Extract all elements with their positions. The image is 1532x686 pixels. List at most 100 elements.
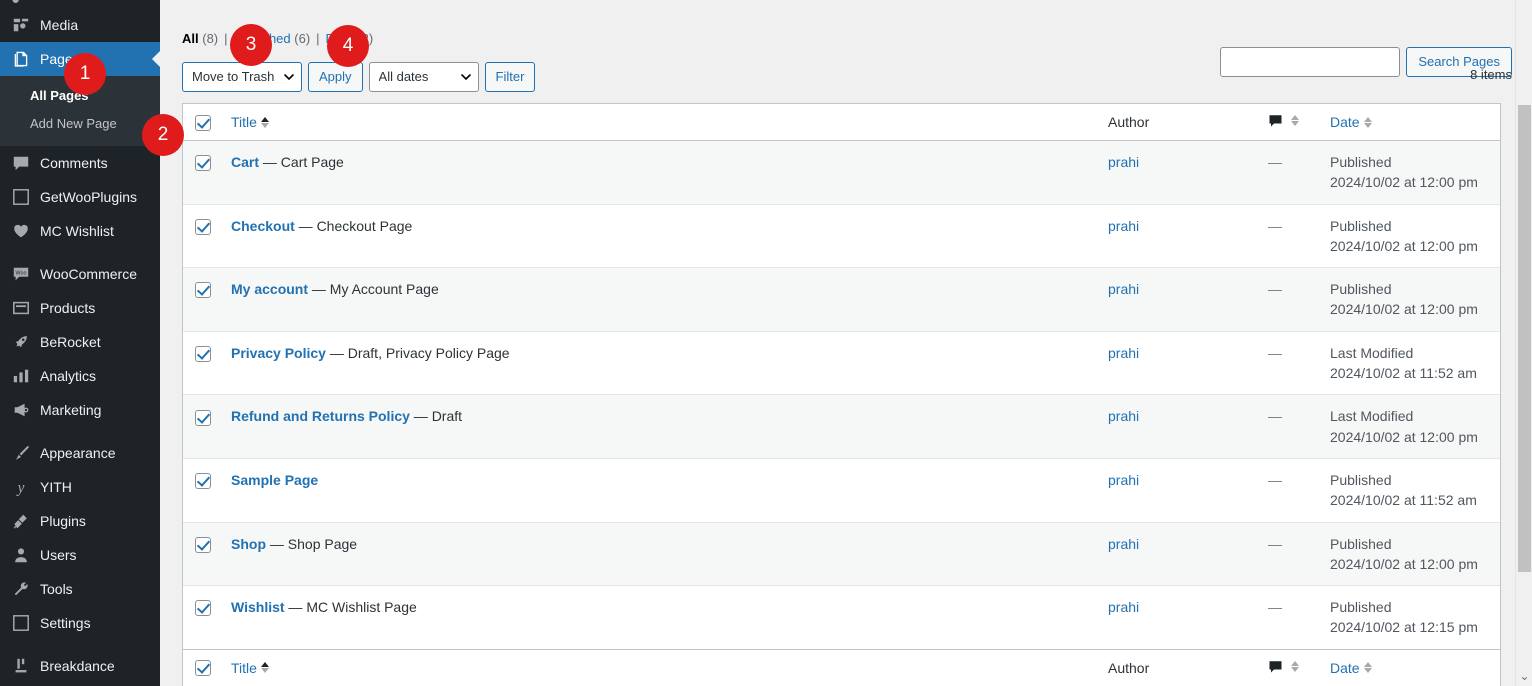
page-title-link[interactable]: My account [231, 281, 308, 297]
author-link[interactable]: prahi [1108, 345, 1139, 361]
sidebar-item-label: Products [40, 300, 96, 317]
filter-all-link[interactable]: All [182, 31, 199, 46]
author-link[interactable]: prahi [1108, 599, 1139, 615]
column-footer-title[interactable]: Title [221, 648, 1098, 686]
column-footer-date[interactable]: Date [1320, 648, 1500, 686]
sort-comments-control-footer[interactable] [1268, 659, 1299, 674]
submenu-item-add-new-page[interactable]: Add New Page [0, 110, 160, 138]
comments-count: — [1268, 471, 1282, 488]
sidebar-item-appearance[interactable]: Appearance [0, 436, 160, 470]
scrollbar-thumb[interactable] [1518, 105, 1531, 572]
filter-draft-link[interactable]: Draft [326, 31, 354, 46]
date-status: Published [1330, 471, 1392, 488]
column-header-comments[interactable] [1258, 104, 1320, 141]
scroll-down-arrow-icon[interactable]: ⌄ [1516, 670, 1532, 682]
sidebar-item-media[interactable]: Media [0, 8, 160, 42]
sidebar-item-mc-wishlist[interactable]: MC Wishlist [0, 214, 160, 248]
filter-all[interactable]: All (8) [182, 29, 218, 49]
row-title-cell: Privacy Policy — Draft, Privacy Policy P… [221, 330, 1098, 395]
table-row[interactable]: Refund and Returns Policy — Draft prahi — L… [183, 394, 1500, 458]
sidebar-item-woocommerce[interactable]: Woo WooCommerce [0, 257, 160, 291]
sort-arrows-icon [1363, 116, 1372, 128]
date-filter-select[interactable]: All dates [368, 62, 479, 92]
filter-published[interactable]: Published (6) [234, 29, 311, 49]
author-link[interactable]: prahi [1108, 472, 1139, 488]
row-title-cell: Cart — Cart Page [221, 141, 1098, 204]
table-row[interactable]: Checkout — Checkout Page prahi — Published 2… [183, 203, 1500, 268]
sidebar-item-tools[interactable]: Tools [0, 572, 160, 606]
author-link[interactable]: prahi [1108, 218, 1139, 234]
row-checkbox[interactable] [195, 346, 211, 363]
submenu-item-all-pages[interactable]: All Pages [0, 82, 160, 110]
sidebar-item-comments[interactable]: Comments [0, 146, 160, 180]
table-row[interactable]: Cart — Cart Page prahi — Published 2024/10/0… [183, 141, 1500, 204]
select-all-checkbox-footer[interactable] [195, 660, 211, 677]
page-title-link[interactable]: Refund and Returns Policy [231, 408, 410, 424]
filter-button[interactable]: Filter [484, 62, 536, 92]
sidebar-separator [0, 248, 160, 257]
table-row[interactable]: Wishlist — MC Wishlist Page prahi — Publish… [183, 585, 1500, 649]
column-header-title-label: Title [231, 114, 257, 130]
sidebar-item-yith[interactable]: y YITH [0, 470, 160, 504]
sidebar-item-settings[interactable]: Settings [0, 606, 160, 640]
filter-published-link[interactable]: Published [234, 31, 291, 46]
sidebar-item-analytics[interactable]: Analytics [0, 359, 160, 393]
select-all-checkbox[interactable] [195, 114, 211, 131]
sidebar-item-breakdance[interactable]: Breakdance [0, 649, 160, 683]
date-status: Published [1330, 599, 1392, 616]
row-comments-cell: — [1258, 521, 1320, 586]
table-row[interactable]: Sample Page prahi — Published 2024/10/02 at … [183, 457, 1500, 522]
woocommerce-icon: Woo [11, 264, 31, 284]
page-title-link[interactable]: Checkout [231, 218, 295, 234]
table-row[interactable]: Shop — Shop Page prahi — Published 2024/10/0… [183, 521, 1500, 586]
sort-title-control-footer[interactable]: Title [231, 660, 269, 676]
sidebar-item-products[interactable]: Products [0, 291, 160, 325]
sort-date-control-footer[interactable]: Date [1330, 660, 1372, 676]
bulk-action-select[interactable]: Move to Trash [182, 62, 302, 92]
date-status: Last Modified [1330, 408, 1414, 425]
comments-count: — [1268, 344, 1282, 361]
column-header-title[interactable]: Title [221, 104, 1098, 141]
main-content-area: All (8) | Published (6) | Draft (2) Sear… [160, 8, 1532, 686]
table-footer-row: Title Author Date [183, 648, 1500, 686]
sort-date-control[interactable]: Date [1330, 114, 1372, 130]
row-checkbox[interactable] [195, 600, 211, 617]
sort-title-control[interactable]: Title [231, 114, 269, 130]
page-title-link[interactable]: Wishlist [231, 599, 285, 615]
row-checkbox[interactable] [195, 473, 211, 490]
author-link[interactable]: prahi [1108, 154, 1139, 170]
page-title-link[interactable]: Privacy Policy [231, 345, 326, 361]
table-row[interactable]: Privacy Policy — Draft, Privacy Policy P… [183, 330, 1500, 395]
table-row[interactable]: My account — My Account Page prahi — Publis… [183, 267, 1500, 331]
column-header-date[interactable]: Date [1320, 104, 1500, 141]
author-link[interactable]: prahi [1108, 408, 1139, 424]
sidebar-item-plugins[interactable]: Plugins [0, 504, 160, 538]
row-checkbox[interactable] [195, 155, 211, 172]
sort-arrows-icon [260, 662, 269, 674]
page-title-link[interactable]: Cart [231, 154, 259, 170]
chart-bar-icon [11, 366, 31, 386]
date-value: 2024/10/02 at 12:00 pm [1330, 174, 1478, 191]
row-checkbox[interactable] [195, 536, 211, 553]
page-title-link[interactable]: Sample Page [231, 472, 318, 488]
apply-bulk-action-button[interactable]: Apply [308, 62, 363, 92]
sidebar-item-marketing[interactable]: Marketing [0, 393, 160, 427]
page-scrollbar[interactable]: ⌄ [1515, 0, 1532, 686]
sort-comments-control[interactable] [1268, 113, 1299, 128]
sidebar-item-label: YITH [40, 479, 72, 496]
author-link[interactable]: prahi [1108, 536, 1139, 552]
sidebar-item-pages[interactable]: Pages [0, 42, 160, 76]
sidebar-item-getwooplugins[interactable]: GetWooPlugins [0, 180, 160, 214]
row-checkbox[interactable] [195, 282, 211, 299]
sidebar-item-berocket[interactable]: BeRocket [0, 325, 160, 359]
page-title-link[interactable]: Shop [231, 536, 266, 552]
row-checkbox[interactable] [195, 409, 211, 426]
column-header-author-label: Author [1108, 114, 1150, 130]
filter-draft[interactable]: Draft (2) [326, 29, 374, 49]
row-checkbox[interactable] [195, 218, 211, 235]
row-author-cell: prahi [1098, 585, 1258, 649]
date-value: 2024/10/02 at 12:00 pm [1330, 555, 1478, 572]
author-link[interactable]: prahi [1108, 281, 1139, 297]
column-footer-comments[interactable] [1258, 648, 1320, 686]
sidebar-item-users[interactable]: Users [0, 538, 160, 572]
